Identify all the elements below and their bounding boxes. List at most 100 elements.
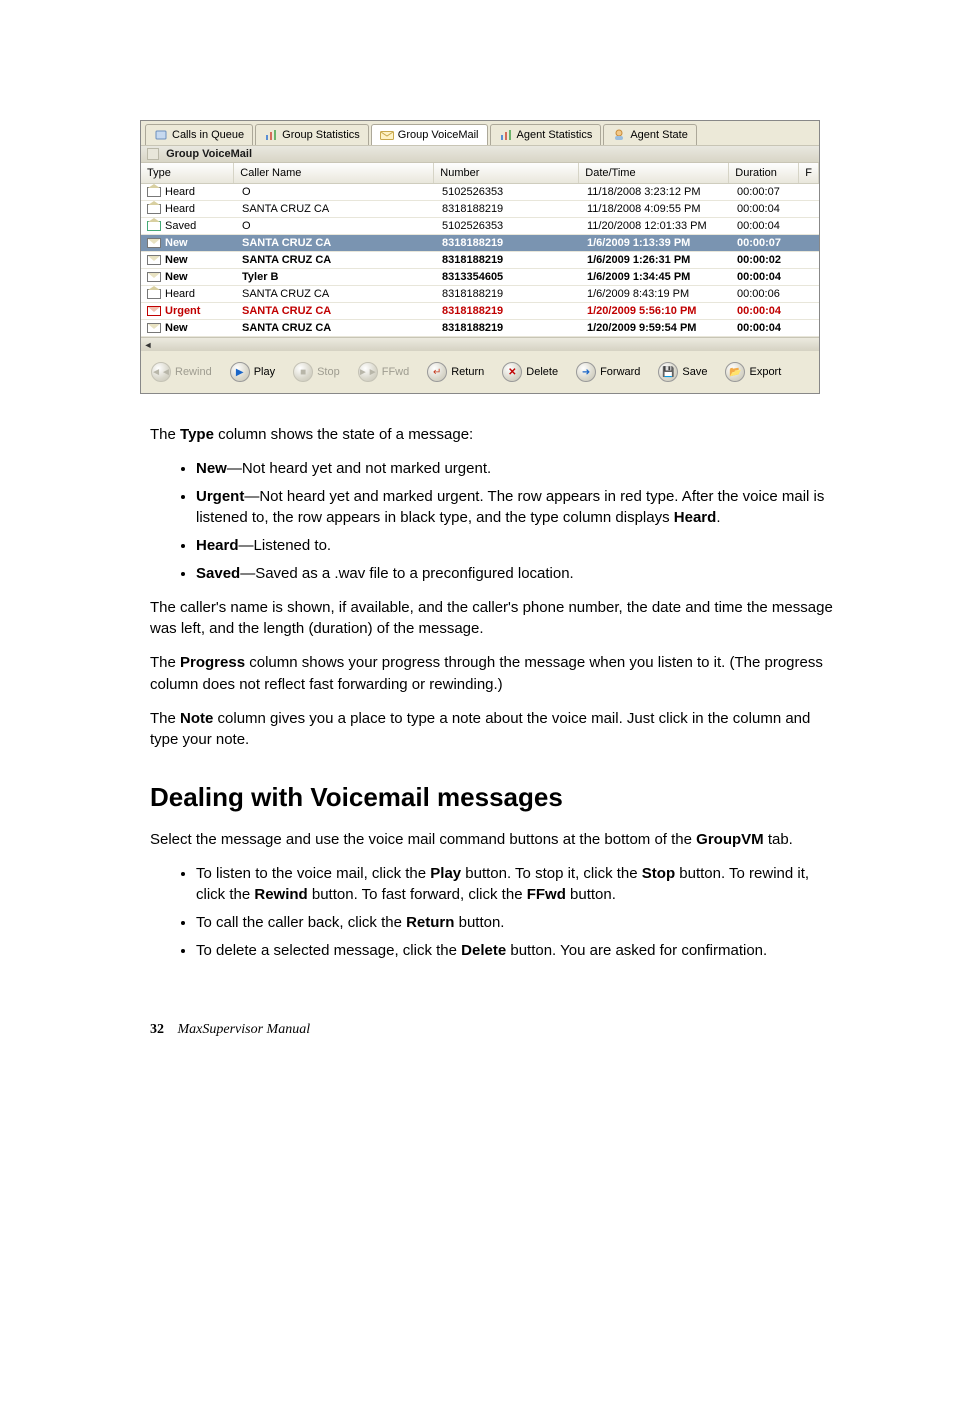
text: column shows the state of a message: (214, 426, 473, 443)
button-label: Rewind (175, 366, 212, 378)
subheader-label: Group VoiceMail (166, 148, 252, 160)
text: button. You are asked for confirmation. (506, 942, 767, 959)
scroll-left-icon[interactable]: ◄ (141, 339, 155, 351)
paragraph-note: The Note column gives you a place to typ… (150, 708, 834, 752)
cell-dur: 00:00:04 (731, 218, 801, 234)
tab-group-statistics[interactable]: Group Statistics (255, 124, 369, 145)
cell-type: New (141, 269, 236, 285)
cell-dur: 00:00:07 (731, 184, 801, 200)
col-header-number[interactable]: Number (434, 163, 579, 183)
list-item: New—Not heard yet and not marked urgent. (196, 458, 834, 480)
cell-date: 1/20/2009 5:56:10 PM (581, 303, 731, 319)
agent-icon (612, 128, 626, 142)
text: button. To fast forward, click the (308, 886, 527, 903)
tab-label: Calls in Queue (172, 129, 244, 141)
table-row[interactable]: NewSANTA CRUZ CA83181882191/20/2009 9:59… (141, 320, 819, 337)
list-item: To delete a selected message, click the … (196, 940, 834, 962)
cell-type: New (141, 320, 236, 336)
ffwd-button[interactable]: ►► FFwd (354, 359, 418, 385)
export-icon: 📂 (725, 362, 745, 382)
text-bold: Stop (642, 865, 675, 882)
cell-type: Heard (141, 286, 236, 302)
cell-number: 8318188219 (436, 303, 581, 319)
cell-date: 1/6/2009 1:13:39 PM (581, 235, 731, 251)
save-icon: 💾 (658, 362, 678, 382)
text-bold: Play (430, 865, 461, 882)
cell-caller: SANTA CRUZ CA (236, 303, 436, 319)
stop-icon: ■ (293, 362, 313, 382)
envelope-icon (147, 306, 161, 316)
col-header-type[interactable]: Type (141, 163, 234, 183)
type-label: Saved (165, 220, 196, 232)
cell-date: 1/6/2009 1:26:31 PM (581, 252, 731, 268)
tab-group-voicemail[interactable]: Group VoiceMail (371, 124, 488, 145)
return-icon: ↵ (427, 362, 447, 382)
table-row[interactable]: SavedO510252635311/20/2008 12:01:33 PM00… (141, 218, 819, 235)
ffwd-icon: ►► (358, 362, 378, 382)
rewind-button[interactable]: ◄◄ Rewind (147, 359, 220, 385)
cell-date: 11/20/2008 12:01:33 PM (581, 218, 731, 234)
cell-date: 1/6/2009 1:34:45 PM (581, 269, 731, 285)
export-button[interactable]: 📂 Export (721, 359, 789, 385)
voicemail-grid: Type Caller Name Number Date/Time Durati… (141, 163, 819, 337)
envelope-icon (147, 289, 161, 299)
cell-f (801, 224, 819, 228)
save-button[interactable]: 💾 Save (654, 359, 715, 385)
forward-button[interactable]: ➜ Forward (572, 359, 648, 385)
horizontal-scrollbar[interactable]: ◄ (141, 337, 819, 351)
group-voicemail-icon (147, 148, 159, 160)
type-label: New (165, 254, 188, 266)
text: —Not heard yet and not marked urgent. (227, 460, 491, 477)
text-bold: Delete (461, 942, 506, 959)
subheader-bar: Group VoiceMail (141, 145, 819, 163)
table-row[interactable]: HeardSANTA CRUZ CA83181882191/6/2009 8:4… (141, 286, 819, 303)
cell-caller: O (236, 184, 436, 200)
cell-caller: SANTA CRUZ CA (236, 235, 436, 251)
button-label: Save (682, 366, 707, 378)
text: Select the message and use the voice mai… (150, 831, 696, 848)
text-bold: Return (406, 914, 454, 931)
table-row[interactable]: Urgent SANTA CRUZ CA83181882191/20/2009 5… (141, 303, 819, 320)
cell-number: 8318188219 (436, 201, 581, 217)
return-button[interactable]: ↵ Return (423, 359, 492, 385)
cell-number: 8318188219 (436, 252, 581, 268)
table-row[interactable]: NewTyler B83133546051/6/2009 1:34:45 PM0… (141, 269, 819, 286)
bar-chart-icon (499, 128, 513, 142)
button-label: Stop (317, 366, 340, 378)
cell-f (801, 258, 819, 262)
paragraph-progress: The Progress column shows your progress … (150, 652, 834, 696)
text: button. (566, 886, 616, 903)
voicemail-button-bar: ◄◄ Rewind ▶ Play ■ Stop ►► FFwd ↵ Return… (141, 351, 819, 393)
envelope-icon (147, 187, 161, 197)
col-header-f[interactable]: F (799, 163, 819, 183)
cell-dur: 00:00:04 (731, 320, 801, 336)
text-bold: Type (180, 426, 214, 443)
play-button[interactable]: ▶ Play (226, 359, 283, 385)
tab-bar: Calls in Queue Group Statistics Group Vo… (141, 121, 819, 145)
tab-agent-state[interactable]: Agent State (603, 124, 697, 145)
text: The (150, 710, 180, 727)
envelope-icon (147, 272, 161, 282)
stop-button[interactable]: ■ Stop (289, 359, 348, 385)
cell-date: 1/6/2009 8:43:19 PM (581, 286, 731, 302)
table-row[interactable]: HeardO510252635311/18/2008 3:23:12 PM00:… (141, 184, 819, 201)
cell-dur: 00:00:07 (731, 235, 801, 251)
table-row[interactable]: HeardSANTA CRUZ CA831818821911/18/2008 4… (141, 201, 819, 218)
tab-agent-statistics[interactable]: Agent Statistics (490, 124, 602, 145)
text: tab. (764, 831, 793, 848)
table-row[interactable]: NewSANTA CRUZ CA83181882191/6/2009 1:26:… (141, 252, 819, 269)
text-bold: Heard (196, 537, 239, 554)
bar-chart-icon (264, 128, 278, 142)
tab-calls-in-queue[interactable]: Calls in Queue (145, 124, 253, 145)
type-label: New (165, 271, 188, 283)
col-header-caller[interactable]: Caller Name (234, 163, 434, 183)
text: column gives you a place to type a note … (150, 710, 810, 749)
text-bold: GroupVM (696, 831, 764, 848)
delete-button[interactable]: ✕ Delete (498, 359, 566, 385)
type-label: Urgent (165, 305, 200, 317)
table-row[interactable]: NewSANTA CRUZ CA83181882191/6/2009 1:13:… (141, 235, 819, 252)
page-number: 32 (150, 1022, 164, 1037)
text-bold: Saved (196, 565, 240, 582)
col-header-date[interactable]: Date/Time (579, 163, 729, 183)
col-header-dur[interactable]: Duration (729, 163, 799, 183)
